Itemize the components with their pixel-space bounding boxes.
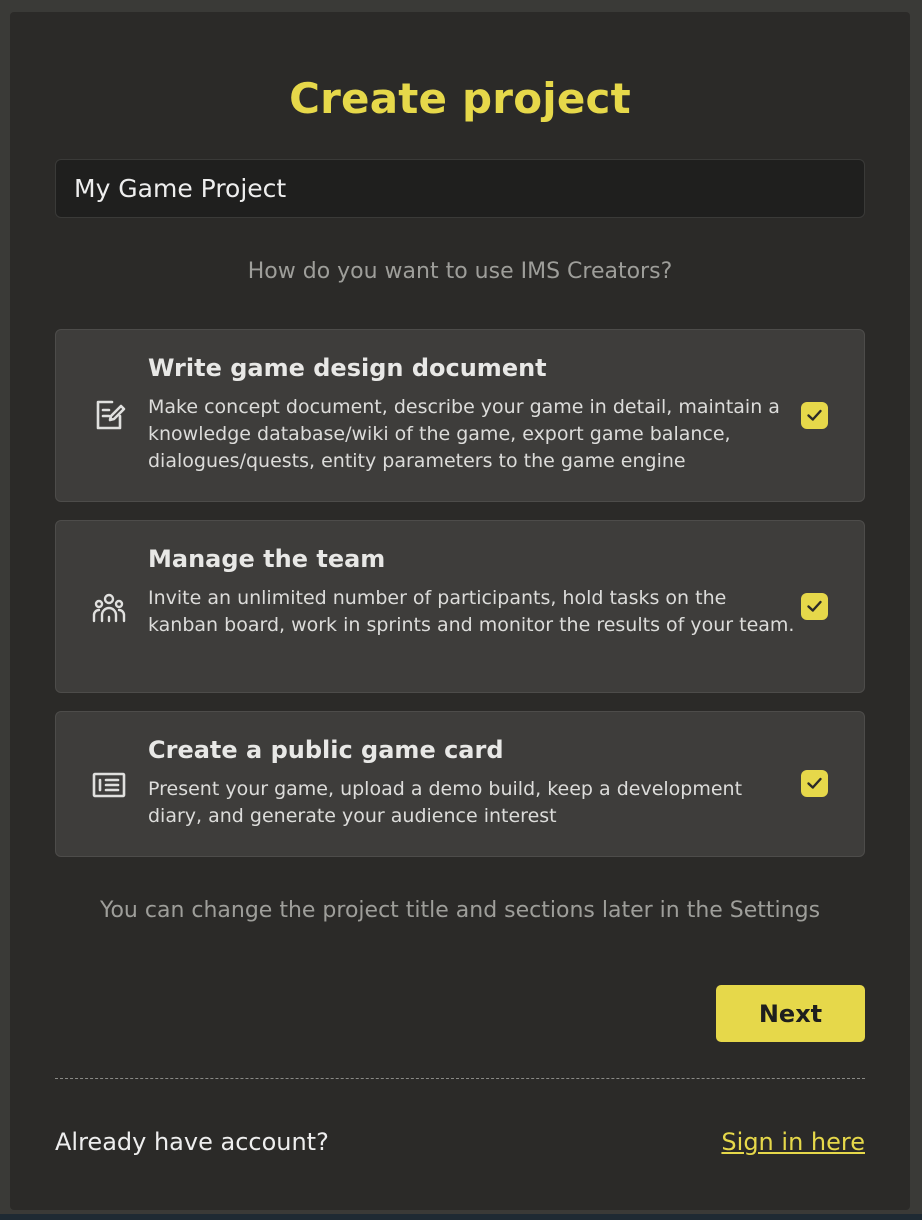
option-description: Present your game, upload a demo build, …: [148, 778, 743, 827]
option-public-game-card[interactable]: Create a public game card Present your g…: [55, 711, 865, 857]
next-button[interactable]: Next: [716, 985, 865, 1042]
option-title: Create a public game card: [148, 736, 504, 764]
divider: [55, 1078, 865, 1079]
option-checkbox-manage-team[interactable]: [801, 593, 828, 620]
checkmark-icon: [807, 600, 822, 612]
option-checkbox-game-design-document[interactable]: [801, 402, 828, 429]
team-icon: [92, 591, 126, 625]
have-account-text: Already have account?: [55, 1128, 329, 1156]
checkmark-icon: [807, 409, 822, 421]
option-title: Manage the team: [148, 545, 386, 573]
usage-question: How do you want to use IMS Creators?: [247, 259, 673, 284]
create-project-panel: Create project How do you want to use IM…: [10, 12, 910, 1210]
settings-note: You can change the project title and sec…: [99, 898, 821, 923]
id-card-icon: [92, 768, 126, 802]
sign-in-link[interactable]: Sign in here: [721, 1128, 865, 1156]
edit-document-icon: [92, 398, 126, 432]
option-manage-team[interactable]: Manage the team Invite an unlimited numb…: [55, 520, 865, 693]
option-game-design-document[interactable]: Write game design document Make concept …: [55, 329, 865, 502]
checkmark-icon: [807, 777, 822, 789]
option-title: Write game design document: [148, 354, 547, 382]
window-bottom-edge: [0, 1214, 922, 1220]
option-description: Make concept document, describe your gam…: [148, 396, 780, 472]
option-checkbox-public-game-card[interactable]: [801, 770, 828, 797]
option-description: Invite an unlimited number of participan…: [148, 587, 795, 636]
page-title: Create project: [289, 74, 631, 123]
project-name-input[interactable]: [55, 159, 865, 218]
